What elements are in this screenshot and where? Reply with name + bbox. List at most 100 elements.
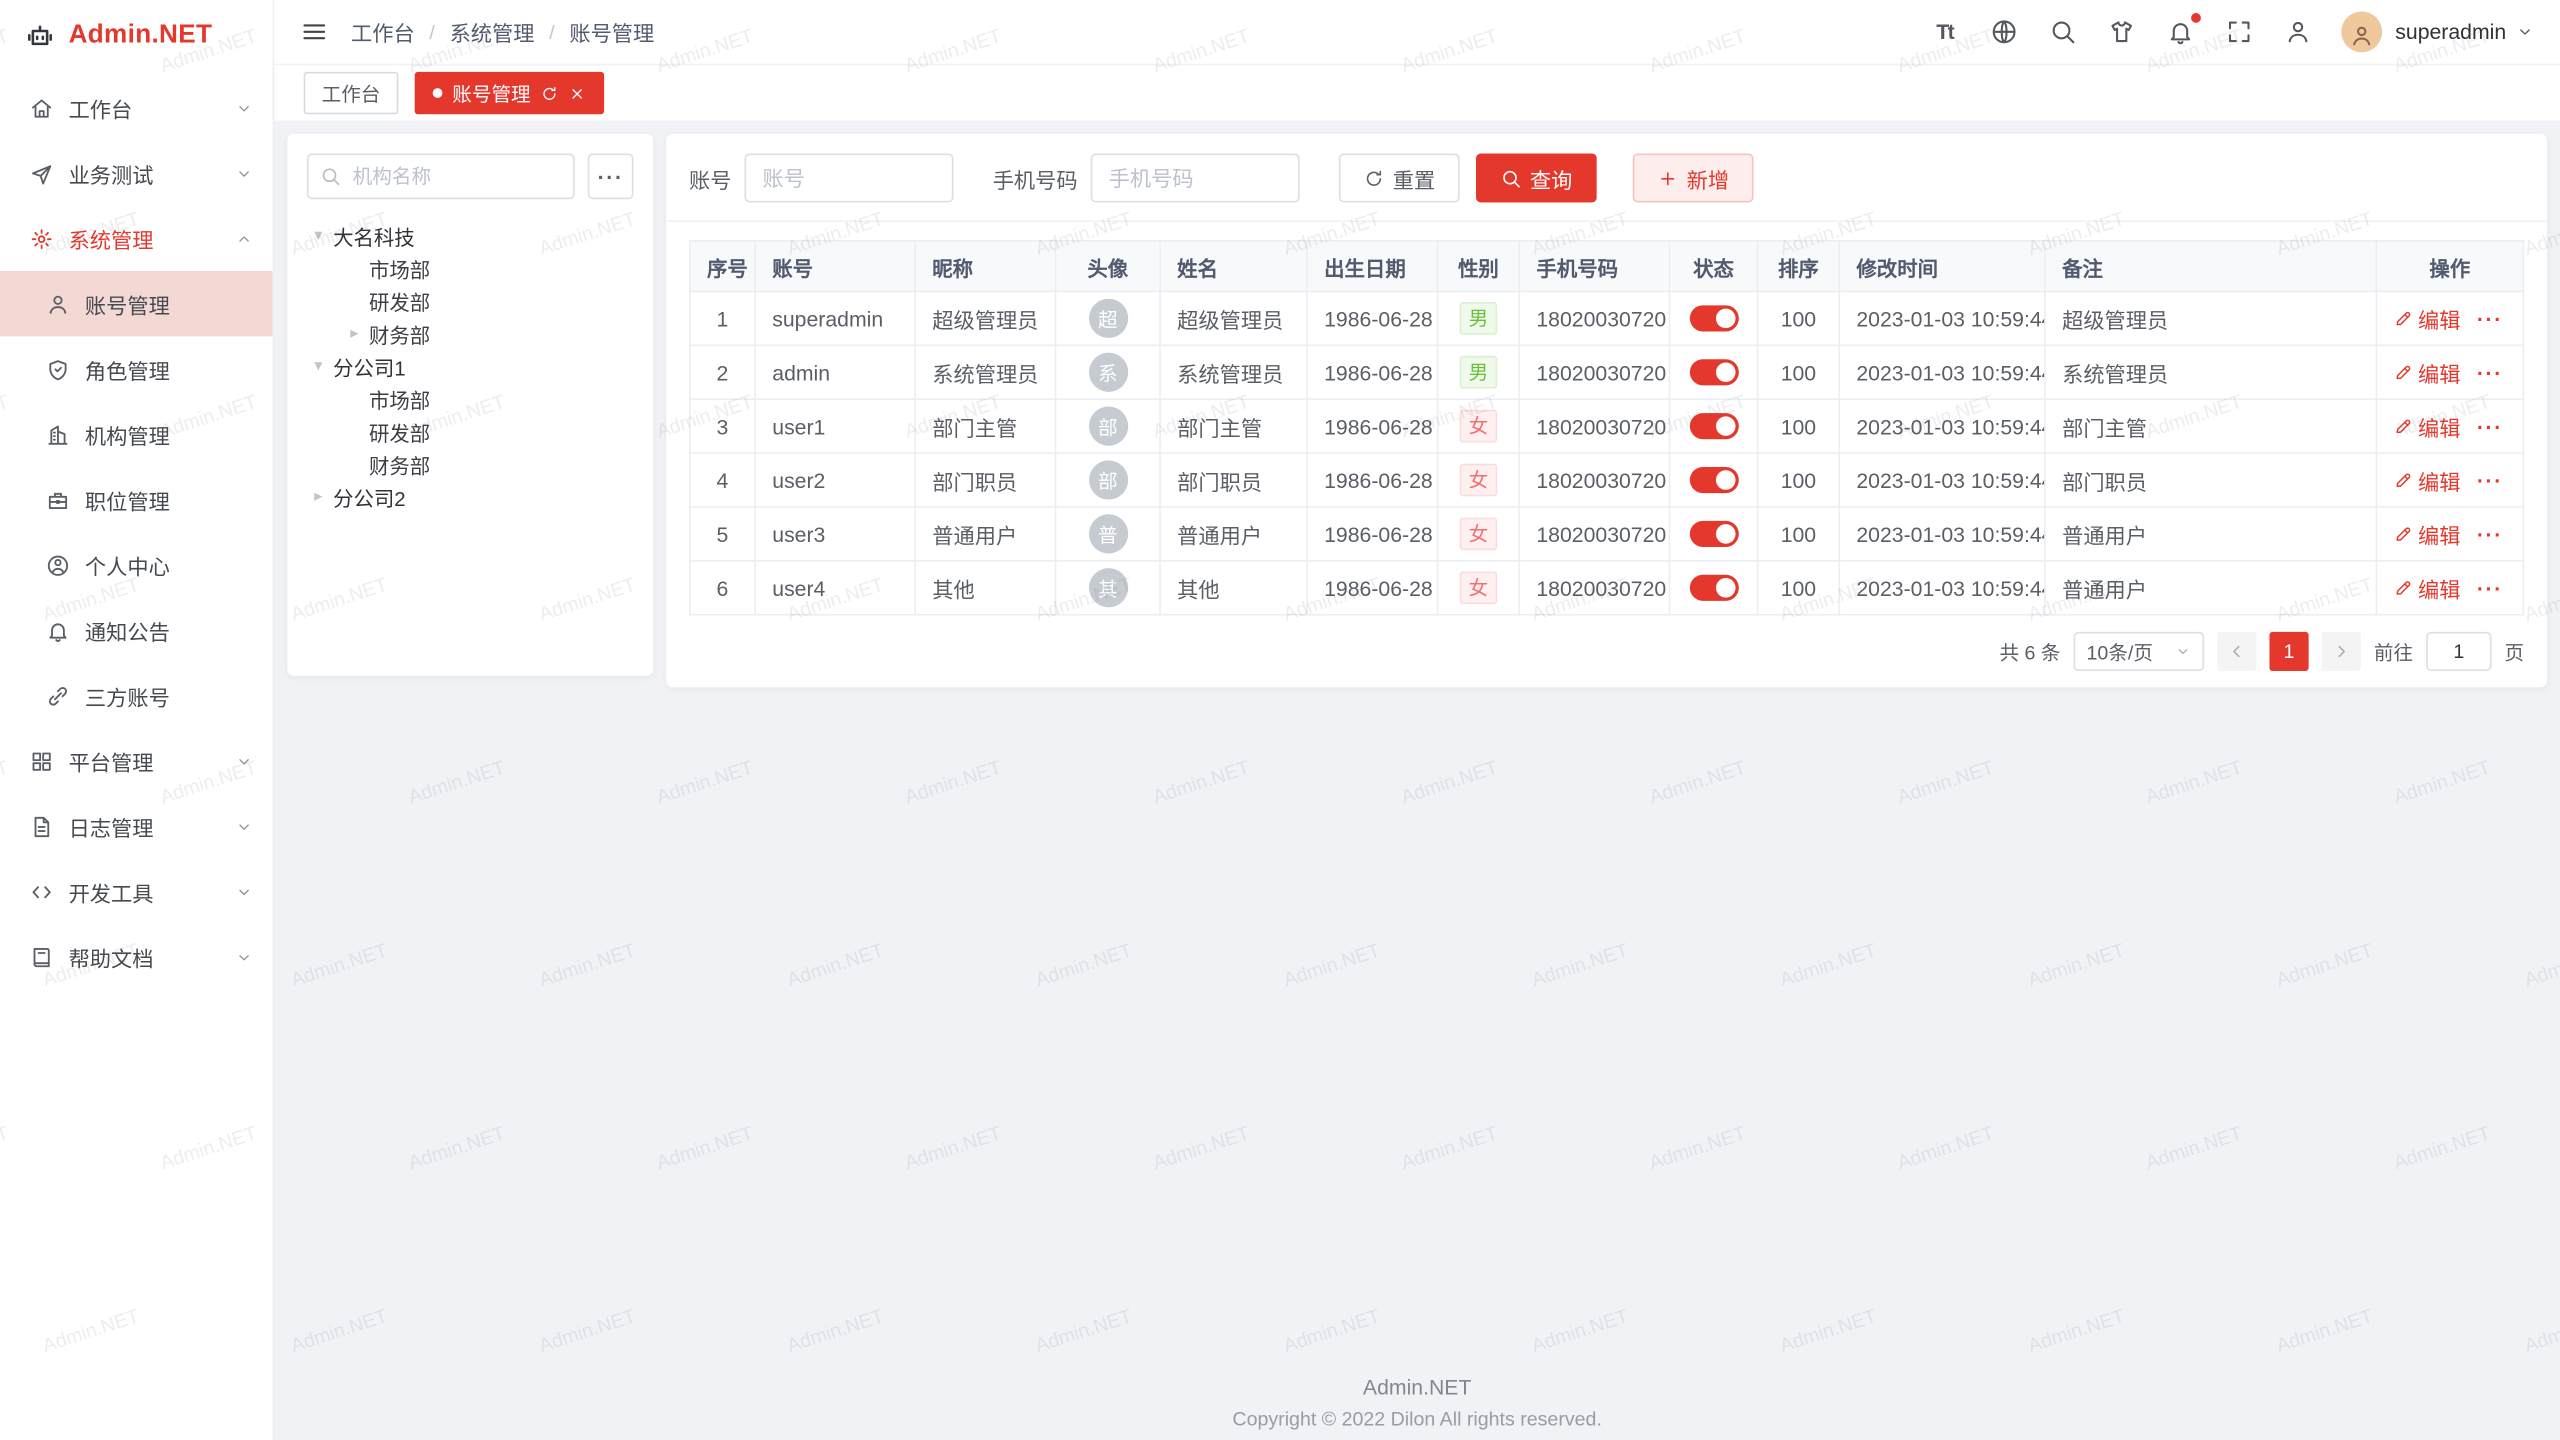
globe-button[interactable] xyxy=(1989,17,2018,46)
sidebar-item[interactable]: 开发工具 xyxy=(0,859,273,924)
prev-page-button[interactable] xyxy=(2217,632,2256,671)
row-more-button[interactable]: ··· xyxy=(2477,468,2503,492)
edit-button[interactable]: 编辑 xyxy=(2394,572,2461,603)
tree-node[interactable]: ▾大名科技 xyxy=(307,219,634,252)
breadcrumb-item[interactable]: 工作台 xyxy=(351,16,415,47)
arrow-right-icon xyxy=(2331,642,2351,662)
edit-button[interactable]: 编辑 xyxy=(2394,357,2461,388)
goto-page-input[interactable] xyxy=(2426,632,2491,671)
edit-icon xyxy=(2394,362,2414,382)
sidebar-subitem[interactable]: 职位管理 xyxy=(0,467,273,532)
search-button[interactable] xyxy=(2048,17,2077,46)
tree-node[interactable]: 财务部 xyxy=(343,447,634,480)
sidebar-subitem[interactable]: 角色管理 xyxy=(0,336,273,401)
breadcrumb-item[interactable]: 账号管理 xyxy=(569,16,654,47)
status-toggle[interactable] xyxy=(1689,360,1738,386)
sidebar-item-label: 开发工具 xyxy=(69,876,236,907)
tree-node[interactable]: 研发部 xyxy=(343,415,634,448)
sidebar-item[interactable]: 帮助文档 xyxy=(0,924,273,989)
tree-caret-expanded[interactable]: ▾ xyxy=(307,226,330,244)
cell-account: superadmin xyxy=(755,291,915,345)
breadcrumb-item[interactable]: 系统管理 xyxy=(450,16,535,47)
sidebar-subitem[interactable]: 个人中心 xyxy=(0,532,273,597)
tree-node[interactable]: 市场部 xyxy=(343,251,634,284)
org-more-button[interactable]: ··· xyxy=(588,153,634,199)
sidebar-item[interactable]: 系统管理 xyxy=(0,206,273,271)
phone-input[interactable] xyxy=(1091,153,1300,202)
tree-node[interactable]: ▸分公司2 xyxy=(307,480,634,513)
profile-button[interactable] xyxy=(2283,17,2312,46)
page-number-button[interactable]: 1 xyxy=(2269,632,2308,671)
refresh-icon[interactable] xyxy=(540,84,558,102)
sidebar-item[interactable]: 工作台 xyxy=(0,75,273,140)
sidebar-menu: 工作台业务测试系统管理账号管理角色管理机构管理职位管理个人中心通知公告三方账号平… xyxy=(0,72,273,1440)
cell-account: user2 xyxy=(755,453,915,507)
theme-button[interactable] xyxy=(2106,17,2135,46)
org-search-box xyxy=(307,153,575,199)
column-header: 头像 xyxy=(1056,241,1160,292)
status-toggle[interactable] xyxy=(1689,467,1738,493)
tab-item[interactable]: 工作台 xyxy=(304,72,399,114)
link-icon xyxy=(46,683,70,707)
logo[interactable]: Admin.NET xyxy=(0,0,273,72)
edit-button[interactable]: 编辑 xyxy=(2394,465,2461,496)
row-more-button[interactable]: ··· xyxy=(2477,360,2503,384)
status-toggle[interactable] xyxy=(1689,575,1738,601)
sidebar-subitem[interactable]: 账号管理 xyxy=(0,271,273,336)
cell-sort: 100 xyxy=(1758,399,1840,453)
edit-button[interactable]: 编辑 xyxy=(2394,518,2461,549)
tree-caret-collapsed[interactable]: ▸ xyxy=(343,324,366,342)
status-toggle[interactable] xyxy=(1689,306,1738,332)
fullscreen-button[interactable] xyxy=(2224,17,2253,46)
cell-phone: 18020030720 xyxy=(1519,561,1669,615)
tree-caret-collapsed[interactable]: ▸ xyxy=(307,487,330,505)
account-input[interactable] xyxy=(745,153,954,202)
edit-button[interactable]: 编辑 xyxy=(2394,411,2461,442)
status-toggle[interactable] xyxy=(1689,414,1738,440)
org-icon xyxy=(46,422,70,446)
search-button[interactable]: 查询 xyxy=(1476,153,1597,202)
cell-avatar: 系 xyxy=(1056,345,1160,399)
chevron-down-icon xyxy=(235,817,253,835)
tree-children: 市场部研发部▸财务部 xyxy=(307,251,634,349)
sidebar-subitem[interactable]: 三方账号 xyxy=(0,663,273,728)
cell-index: 2 xyxy=(690,345,755,399)
row-more-button[interactable]: ··· xyxy=(2477,306,2503,330)
tree-node[interactable]: ▾分公司1 xyxy=(307,349,634,382)
tab-active[interactable]: 账号管理 xyxy=(415,72,604,114)
next-page-button[interactable] xyxy=(2322,632,2361,671)
sidebar-subitem[interactable]: 通知公告 xyxy=(0,598,273,663)
gender-tag: 男 xyxy=(1460,302,1496,335)
username[interactable]: superadmin xyxy=(2395,20,2506,44)
row-more-button[interactable]: ··· xyxy=(2477,522,2503,546)
row-more-button[interactable]: ··· xyxy=(2477,414,2503,438)
hamburger-button[interactable] xyxy=(300,18,328,46)
tree-node[interactable]: 市场部 xyxy=(343,382,634,415)
search-icon xyxy=(1501,167,1522,188)
sidebar-item[interactable]: 业务测试 xyxy=(0,140,273,205)
sidebar-item[interactable]: 日志管理 xyxy=(0,793,273,858)
tree-node[interactable]: ▸财务部 xyxy=(343,317,634,350)
sidebar-item[interactable]: 平台管理 xyxy=(0,728,273,793)
font-size-button[interactable]: Tt xyxy=(1930,17,1959,46)
bell-button[interactable] xyxy=(2165,17,2194,46)
cell-nickname: 普通用户 xyxy=(915,507,1055,561)
cell-sort: 100 xyxy=(1758,453,1840,507)
user-avatar[interactable] xyxy=(2341,11,2382,52)
row-more-button[interactable]: ··· xyxy=(2477,576,2503,600)
edit-button[interactable]: 编辑 xyxy=(2394,303,2461,334)
column-header: 备注 xyxy=(2045,241,2376,292)
cell-sort: 100 xyxy=(1758,561,1840,615)
user-menu-chevron[interactable] xyxy=(2516,23,2534,41)
add-button[interactable]: 新增 xyxy=(1633,153,1754,202)
status-toggle[interactable] xyxy=(1689,521,1738,547)
sidebar-subitem[interactable]: 机构管理 xyxy=(0,402,273,467)
cell-phone: 18020030720 xyxy=(1519,291,1669,345)
page-size-select[interactable]: 10条/页 xyxy=(2073,632,2204,671)
reset-button[interactable]: 重置 xyxy=(1339,153,1460,202)
tree-caret-expanded[interactable]: ▾ xyxy=(307,357,330,375)
tree-node[interactable]: 研发部 xyxy=(343,284,634,317)
close-icon[interactable] xyxy=(568,84,586,102)
org-search-input[interactable] xyxy=(307,153,575,199)
font-size-icon: Tt xyxy=(1936,20,1953,44)
